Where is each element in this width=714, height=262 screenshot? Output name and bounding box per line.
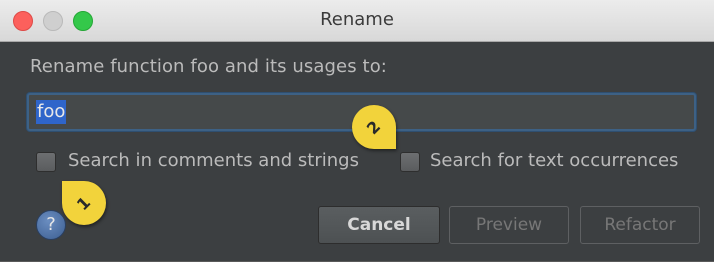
rename-prompt: Rename function foo and its usages to: [30, 56, 387, 77]
search-text-checkbox[interactable] [400, 152, 420, 172]
callout-number-1: 1 [73, 192, 95, 214]
preview-button[interactable]: Preview [449, 206, 569, 244]
cancel-button[interactable]: Cancel [318, 206, 440, 244]
window-title: Rename [320, 9, 394, 30]
search-comments-label[interactable]: Search in comments and strings [68, 150, 359, 171]
window-titlebar: Rename [0, 0, 714, 42]
callout-marker-2: 2 [352, 105, 396, 149]
help-button[interactable]: ? [36, 210, 66, 240]
callout-marker-1: 1 [62, 181, 106, 225]
callout-number-2: 2 [363, 116, 385, 138]
refactor-button[interactable]: Refactor [580, 206, 700, 244]
search-comments-checkbox[interactable] [36, 152, 56, 172]
new-name-value[interactable]: foo [36, 100, 67, 124]
search-text-label[interactable]: Search for text occurrences [430, 150, 678, 171]
